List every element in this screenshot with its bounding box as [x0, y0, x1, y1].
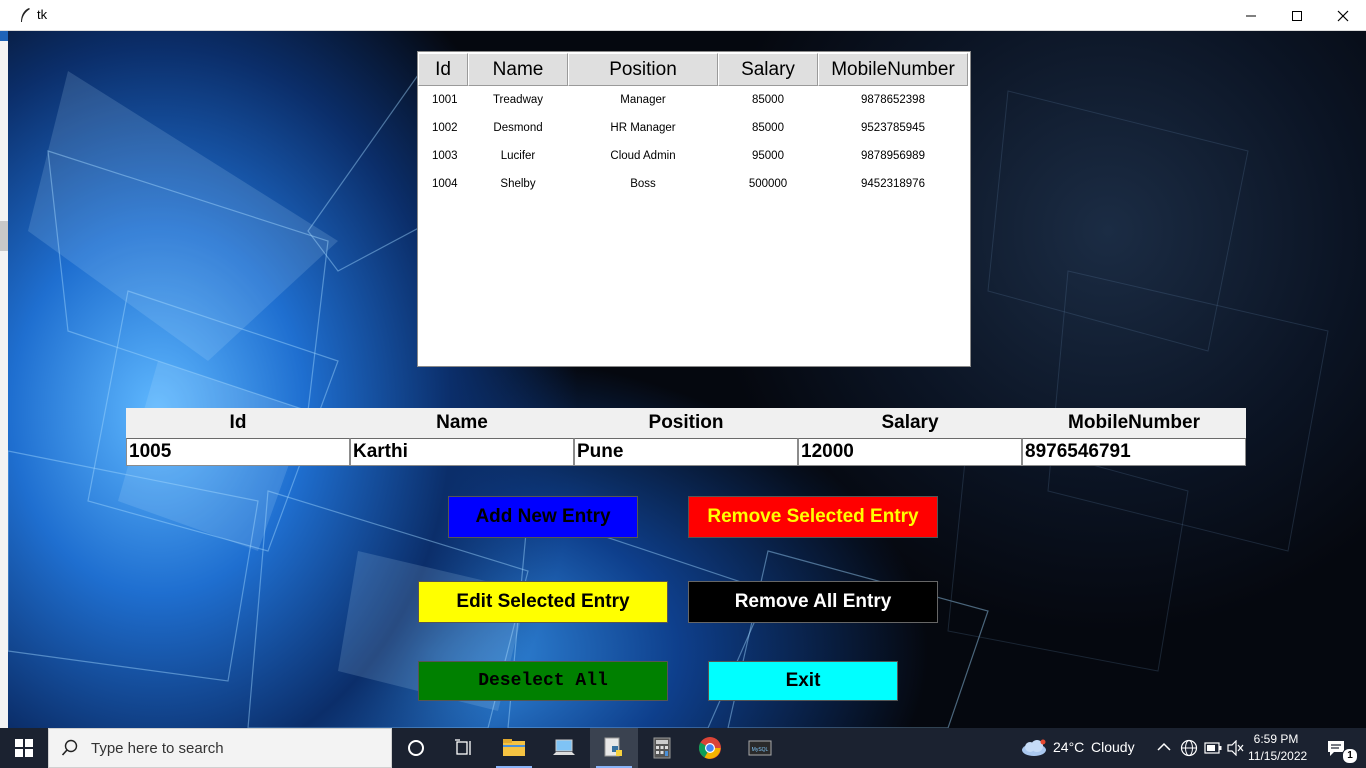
- cell-salary: 85000: [752, 122, 784, 134]
- table-row[interactable]: 1004 Shelby Boss 500000 9452318976: [418, 170, 970, 198]
- python-idle-icon: [604, 737, 622, 757]
- clock-date: 11/15/2022: [1248, 749, 1308, 763]
- clock-time: 6:59 PM: [1253, 732, 1299, 746]
- battery-icon[interactable]: [1204, 741, 1222, 755]
- svg-text:MySQL: MySQL: [752, 747, 769, 753]
- cell-id: 1002: [432, 122, 458, 134]
- records-treeview[interactable]: Id Name Position Salary MobileNumber 100…: [417, 51, 971, 367]
- python-idle-button[interactable]: [590, 728, 638, 768]
- calculator-icon: [653, 737, 671, 759]
- computer-icon: [553, 739, 575, 755]
- file-explorer-icon: [503, 739, 525, 756]
- cell-mobile: 9523785945: [861, 122, 925, 134]
- network-globe-icon[interactable]: [1180, 739, 1198, 757]
- cell-name: Desmond: [493, 122, 543, 134]
- salary-input[interactable]: [798, 438, 1022, 466]
- cell-mobile: 9878652398: [861, 94, 925, 106]
- deselect-all-button[interactable]: Deselect All: [418, 661, 668, 701]
- treeview-header: Id Name Position Salary MobileNumber: [418, 52, 970, 86]
- calculator-button[interactable]: [638, 728, 686, 768]
- start-button[interactable]: [0, 728, 48, 768]
- table-row[interactable]: 1003 Lucifer Cloud Admin 95000 987895698…: [418, 142, 970, 170]
- speaker-muted-icon[interactable]: [1227, 740, 1245, 756]
- column-header-id[interactable]: Id: [418, 53, 468, 86]
- column-header-position[interactable]: Position: [568, 53, 718, 86]
- label-name: Name: [436, 412, 488, 433]
- column-header-name[interactable]: Name: [468, 53, 568, 86]
- cloud-icon: [1022, 739, 1046, 756]
- label-id: Id: [229, 412, 247, 433]
- cell-salary: 85000: [752, 94, 784, 106]
- remove-all-entry-button[interactable]: Remove All Entry: [688, 581, 938, 623]
- file-explorer-button[interactable]: [490, 728, 538, 768]
- cell-id: 1001: [432, 94, 458, 106]
- cell-position: Cloud Admin: [610, 150, 676, 162]
- search-placeholder: Type here to search: [91, 739, 224, 757]
- close-button[interactable]: [1320, 0, 1366, 31]
- weather-condition[interactable]: Cloudy: [1091, 739, 1135, 755]
- search-icon: [61, 739, 78, 756]
- cell-name: Lucifer: [500, 150, 536, 162]
- maximize-button[interactable]: [1274, 0, 1320, 31]
- edit-selected-entry-button[interactable]: Edit Selected Entry: [418, 581, 668, 623]
- form-labels: Id Name Position Salary MobileNumber: [126, 408, 1246, 438]
- taskbar-clock[interactable]: 6:59 PM 11/15/2022: [1248, 731, 1308, 765]
- remove-selected-entry-button[interactable]: Remove Selected Entry: [688, 496, 938, 538]
- cell-position: Boss: [630, 178, 656, 190]
- mysql-icon: MySQL: [748, 740, 772, 756]
- minimize-button[interactable]: [1228, 0, 1274, 31]
- table-row[interactable]: 1002 Desmond HR Manager 85000 9523785945: [418, 114, 970, 142]
- cell-name: Shelby: [500, 178, 536, 190]
- weather-temperature[interactable]: 24°C: [1053, 739, 1084, 755]
- cell-id: 1004: [432, 178, 458, 190]
- entry-form: Id Name Position Salary MobileNumber: [126, 408, 1246, 466]
- form-inputs: [126, 438, 1246, 466]
- windows-start-icon: [15, 739, 33, 757]
- taskbar-search-box[interactable]: Type here to search: [48, 728, 392, 768]
- chrome-button[interactable]: [686, 728, 734, 768]
- id-input[interactable]: [126, 438, 350, 466]
- column-header-mobile[interactable]: MobileNumber: [818, 53, 968, 86]
- cell-name: Treadway: [492, 94, 544, 106]
- column-header-salary[interactable]: Salary: [718, 53, 818, 86]
- task-view-icon: [455, 739, 471, 755]
- computer-button[interactable]: [540, 728, 588, 768]
- cell-id: 1003: [432, 150, 458, 162]
- notification-center-button[interactable]: 1: [1318, 728, 1366, 768]
- table-row[interactable]: 1001 Treadway Manager 85000 9878652398: [418, 86, 970, 114]
- app-client-area: Id Name Position Salary MobileNumber 100…: [8, 31, 1366, 728]
- chrome-icon: [698, 737, 721, 759]
- cell-salary: 500000: [748, 178, 788, 190]
- cell-mobile: 9452318976: [861, 178, 925, 190]
- mobile-input[interactable]: [1022, 438, 1246, 466]
- cell-position: Manager: [620, 94, 666, 106]
- cell-salary: 95000: [752, 150, 784, 162]
- add-new-entry-button[interactable]: Add New Entry: [448, 496, 638, 538]
- exit-button[interactable]: Exit: [708, 661, 898, 701]
- maximize-icon: [1292, 10, 1302, 21]
- label-position: Position: [648, 412, 724, 433]
- label-salary: Salary: [881, 412, 939, 433]
- title-bar: tk: [0, 0, 1366, 31]
- cortana-icon: [408, 740, 424, 756]
- chevron-up-icon[interactable]: [1157, 742, 1171, 752]
- window-title: tk: [37, 7, 48, 22]
- desktop-edge: [0, 31, 8, 728]
- tk-feather-icon: [21, 8, 30, 22]
- task-view-button[interactable]: [440, 728, 488, 768]
- close-icon: [1337, 10, 1349, 21]
- name-input[interactable]: [350, 438, 574, 466]
- taskbar: Type here to search MySQL 24°C Cloudy 6:…: [0, 728, 1366, 768]
- cell-position: HR Manager: [610, 122, 676, 134]
- notification-count-badge: 1: [1342, 748, 1358, 764]
- cortana-button[interactable]: [392, 728, 440, 768]
- position-input[interactable]: [574, 438, 798, 466]
- minimize-icon: [1246, 15, 1256, 16]
- cell-mobile: 9878956989: [861, 150, 925, 162]
- label-mobile: MobileNumber: [1068, 412, 1200, 433]
- mysql-button[interactable]: MySQL: [736, 728, 784, 768]
